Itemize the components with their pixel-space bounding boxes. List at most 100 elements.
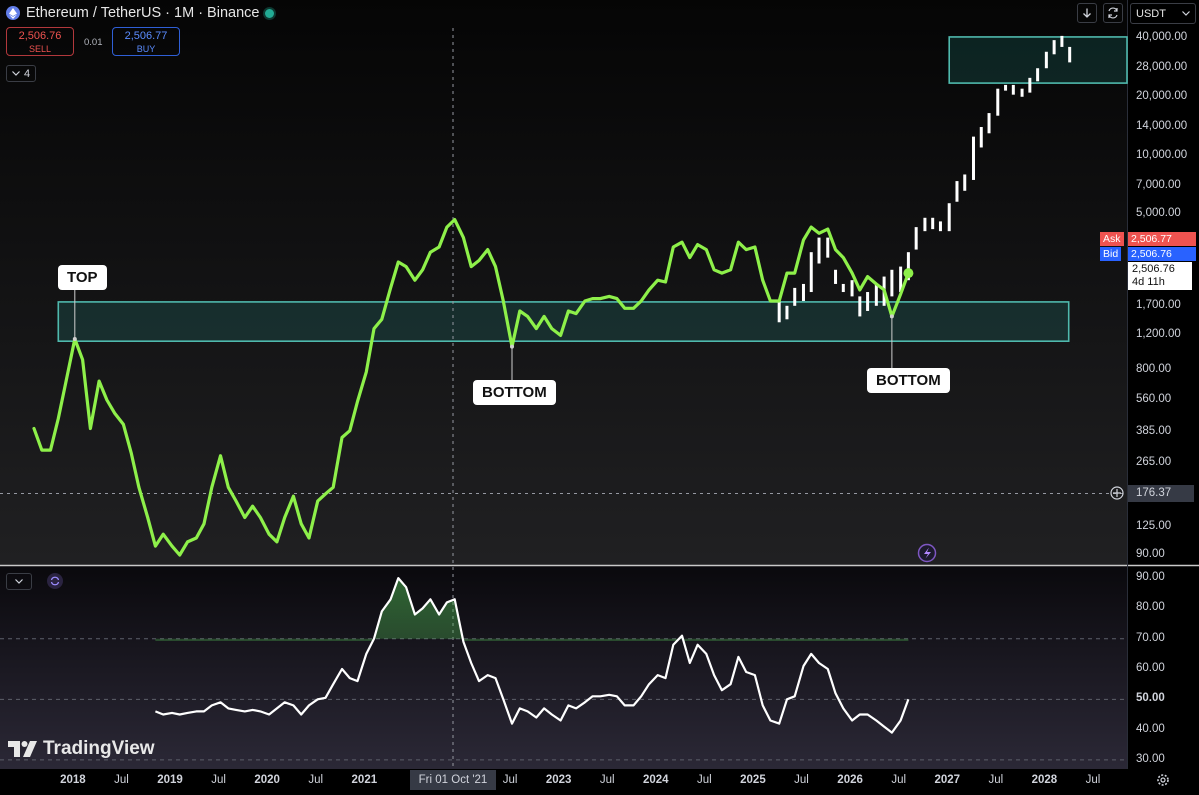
candle-27 <box>996 88 1000 116</box>
candle-5 <box>817 237 821 264</box>
bid-label: Bid <box>1100 247 1122 261</box>
time-axis-label: 2027 <box>934 774 961 786</box>
price-axis-label: 1,700.00 <box>1136 298 1181 311</box>
tradingview-logo-text: TradingView <box>43 738 155 759</box>
ethereum-icon <box>6 6 20 20</box>
rsi-axis-label: 50.00 <box>1136 692 1165 705</box>
price-axis-label: 125.00 <box>1136 520 1172 533</box>
candle-14 <box>890 269 894 297</box>
candle-33 <box>1044 51 1048 69</box>
candle-35 <box>1060 35 1064 47</box>
ask-label: Ask <box>1100 232 1124 246</box>
price-axis-label: 90.00 <box>1136 548 1165 560</box>
chart-canvas[interactable] <box>0 0 1199 795</box>
annotation-anchor-2 <box>889 314 894 319</box>
ask-price-tag: 2,506.77 <box>1128 232 1196 246</box>
crosshair-date-label: Fri 01 Oct '21 <box>410 770 496 790</box>
price-axis-label: 7,000.00 <box>1136 178 1181 191</box>
crosshair-price-label: 176.37 <box>1128 485 1194 502</box>
fullscreen-button[interactable] <box>1103 3 1123 23</box>
candle-4 <box>809 252 813 293</box>
candle-19 <box>931 217 935 230</box>
buy-label: BUY <box>136 44 156 54</box>
candle-6 <box>826 237 830 258</box>
candle-21 <box>947 203 951 232</box>
main-pane-background <box>0 0 1127 565</box>
time-axis-label: 2026 <box>837 774 863 786</box>
price-axis-label: 40,000.00 <box>1136 30 1188 43</box>
time-axis-label: Jul <box>988 774 1004 786</box>
last-price-tag: 2,506.76 4d 11h <box>1128 262 1192 290</box>
price-axis-label: 10,000.00 <box>1136 148 1188 161</box>
candle-32 <box>1036 68 1040 82</box>
candle-23 <box>963 174 967 191</box>
candle-30 <box>1020 88 1024 97</box>
download-button[interactable] <box>1077 3 1097 23</box>
gear-icon <box>1157 774 1169 786</box>
rsi-indicator-button[interactable] <box>47 573 63 589</box>
sync-icon <box>50 576 60 586</box>
bottom-annotation-2022[interactable]: BOTTOM <box>473 380 556 405</box>
indicators-toggle-button[interactable]: 4 <box>6 65 36 82</box>
annotation-anchor-1 <box>510 344 515 349</box>
annotation-anchor-0 <box>72 336 77 341</box>
chevron-down-icon <box>12 71 20 76</box>
rsi-axis-label: 90.00 <box>1136 571 1165 584</box>
rsi-axis-label: 80.00 <box>1136 601 1165 614</box>
time-axis-label: 2021 <box>351 774 378 786</box>
candle-26 <box>987 113 991 134</box>
bid-price-tag: 2,506.76 <box>1128 247 1196 261</box>
candle-24 <box>971 136 975 180</box>
rsi-pane-background <box>0 566 1127 769</box>
currency-select[interactable]: USDT <box>1130 3 1196 24</box>
bar-countdown: 4d 11h <box>1132 276 1165 288</box>
candle-10 <box>858 296 862 317</box>
indicator-count: 4 <box>23 67 31 80</box>
time-axis-label: 2020 <box>254 774 280 786</box>
time-axis-label: Jul <box>211 774 226 786</box>
sell-label: SELL <box>28 44 52 54</box>
candle-22 <box>955 181 959 202</box>
candle-25 <box>979 127 983 148</box>
candle-12 <box>874 283 878 306</box>
refresh-icon <box>1108 7 1118 19</box>
market-open-icon <box>265 8 275 18</box>
sell-price: 2,506.76 <box>18 30 62 42</box>
chevron-down-icon <box>15 579 23 584</box>
rsi-axis-label: 40.00 <box>1136 722 1165 735</box>
price-axis-label: 14,000.00 <box>1136 120 1188 132</box>
time-axis-label: 2023 <box>545 774 572 786</box>
chart-window: Ethereum / TetherUS · 1M · Binance 2,506… <box>0 0 1199 795</box>
candle-8 <box>841 283 845 293</box>
time-axis-label: Jul <box>114 774 129 786</box>
time-axis-label: 2019 <box>157 774 183 786</box>
price-axis-label: 265.00 <box>1136 456 1172 469</box>
buy-price: 2,506.77 <box>124 30 168 42</box>
candle-36 <box>1068 46 1072 63</box>
price-axis-label: 1,200.00 <box>1136 328 1181 341</box>
chevron-down-icon <box>1182 11 1190 16</box>
price-axis-label: 560.00 <box>1136 392 1172 405</box>
time-axis-label: Jul <box>891 774 907 786</box>
sell-button[interactable]: 2,506.76 SELL <box>6 27 74 56</box>
top-annotation[interactable]: TOP <box>58 265 107 290</box>
time-axis-label: Jul <box>794 774 809 786</box>
rsi-axis-label: 70.00 <box>1136 631 1165 644</box>
rsi-collapse-button[interactable] <box>6 573 32 590</box>
bottom-annotation-2026[interactable]: BOTTOM <box>867 368 950 393</box>
rsi-axis-label: 30.00 <box>1136 752 1165 765</box>
candle-31 <box>1028 77 1032 93</box>
time-axis-label: Jul <box>502 774 518 786</box>
spread-value: 0.01 <box>84 37 103 48</box>
rsi-axis-label: 60.00 <box>1136 662 1165 674</box>
candle-11 <box>866 292 870 311</box>
candle-3 <box>801 283 805 301</box>
time-axis-label: Jul <box>308 774 324 786</box>
candle-7 <box>834 269 838 284</box>
symbol-header[interactable]: Ethereum / TetherUS · 1M · Binance <box>6 4 275 22</box>
buy-button[interactable]: 2,506.77 BUY <box>112 27 180 56</box>
time-axis-settings-button[interactable] <box>1156 773 1170 787</box>
candle-2 <box>793 287 797 306</box>
candle-18 <box>923 217 927 232</box>
time-axis-label: Jul <box>1085 774 1101 786</box>
